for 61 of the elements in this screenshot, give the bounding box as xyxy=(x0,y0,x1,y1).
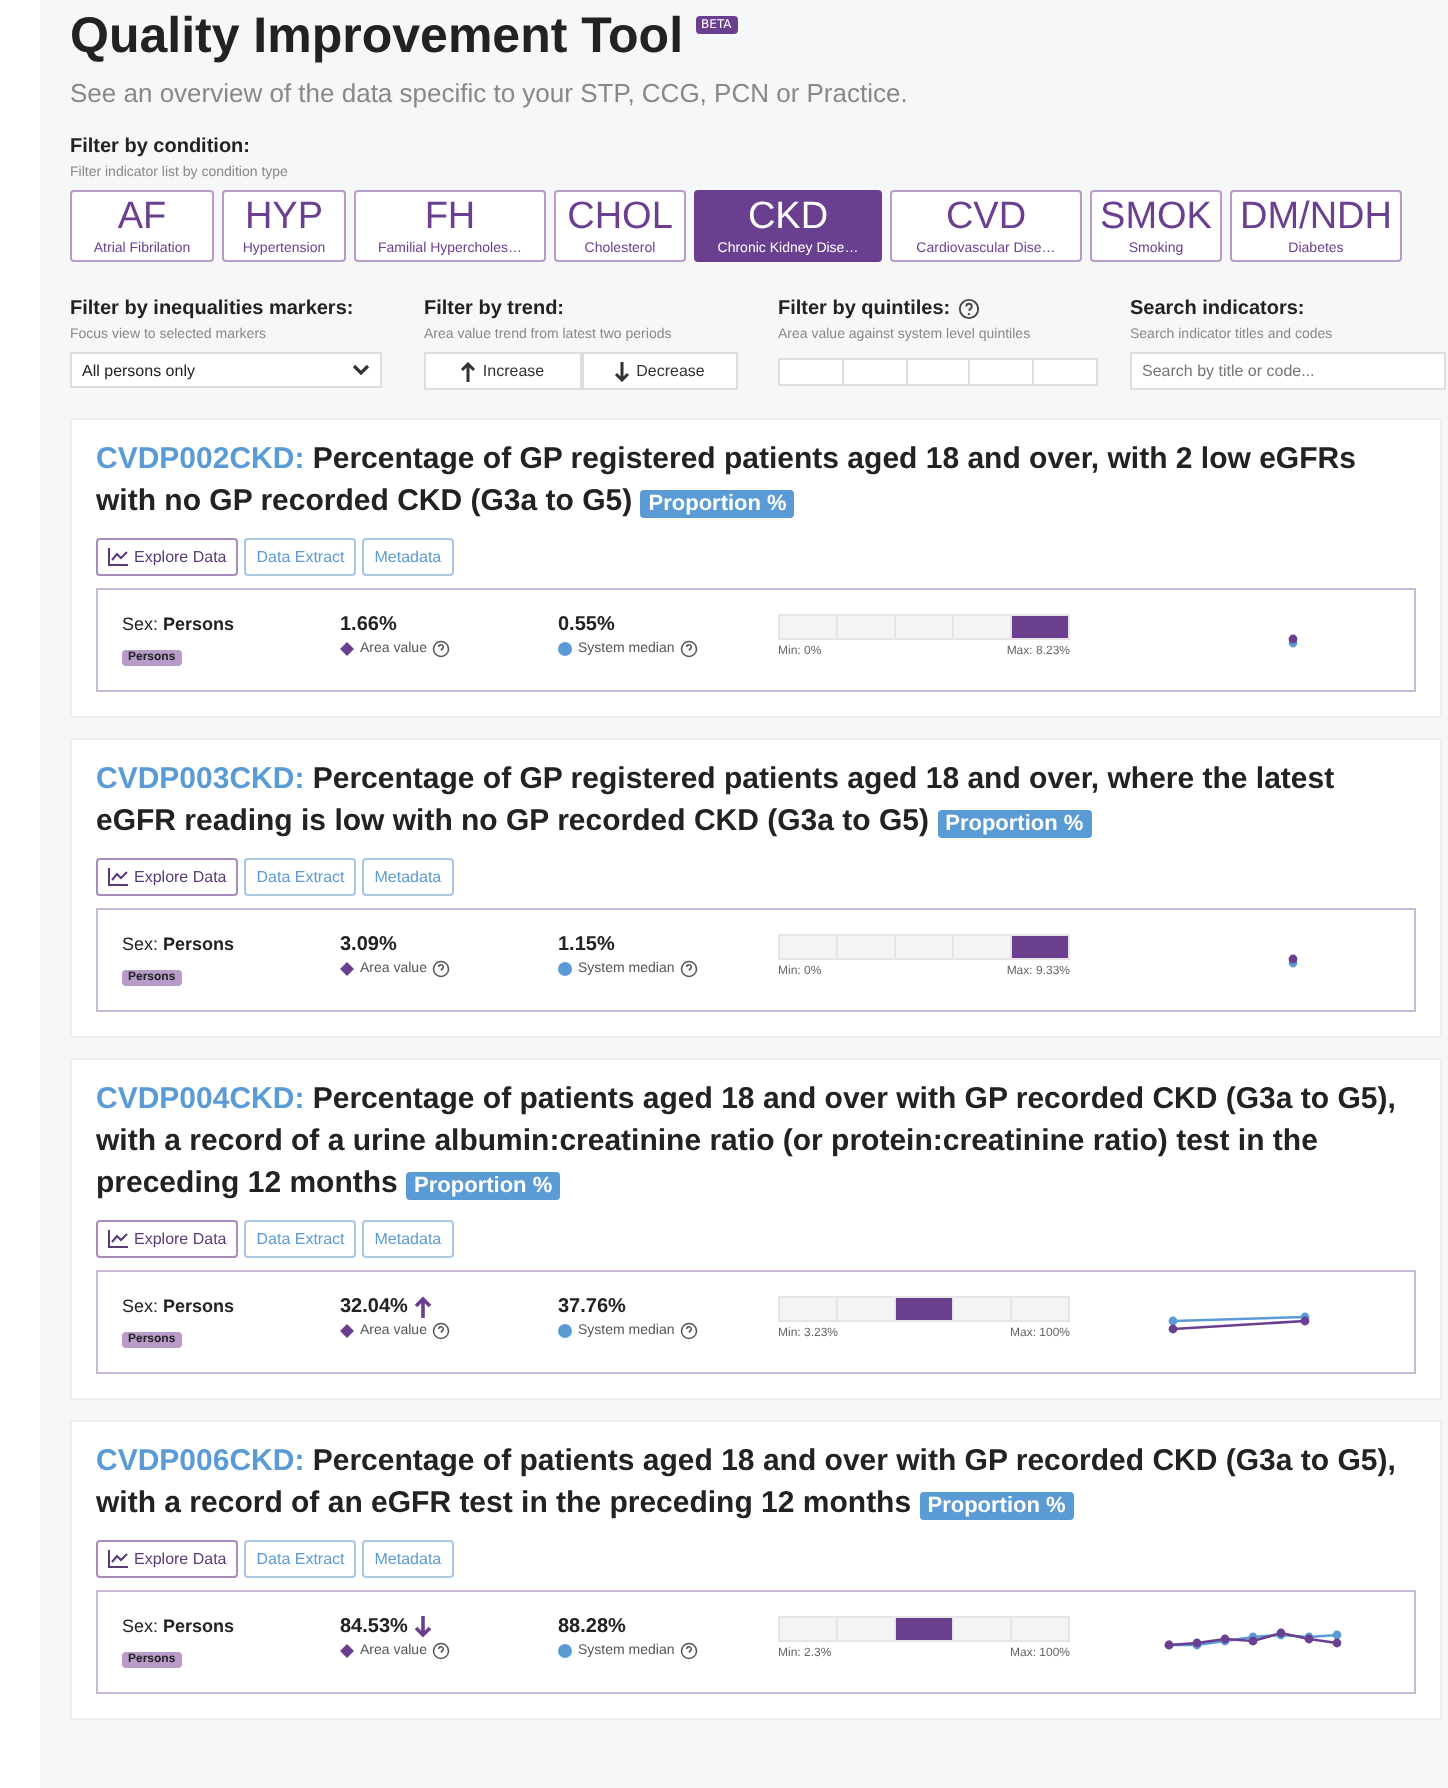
quintile-filter[interactable] xyxy=(778,358,1098,386)
help-icon xyxy=(432,960,451,978)
page-title: Quality Improvement Tool xyxy=(70,8,684,66)
arrow-down-icon xyxy=(413,1616,432,1638)
arrow-up-icon xyxy=(460,361,477,381)
help-icon xyxy=(680,960,699,978)
diamond-icon xyxy=(340,1644,354,1658)
dot-icon xyxy=(558,962,572,976)
line-chart-icon xyxy=(108,1230,128,1248)
sex-label: Sex: Persons xyxy=(122,1616,237,1636)
line-chart-icon xyxy=(108,1550,128,1568)
dot-icon xyxy=(558,642,572,656)
sparkline-drawing xyxy=(1287,633,1297,647)
help-icon xyxy=(680,640,699,658)
median-value: 37.76% xyxy=(558,1296,626,1318)
line-chart-icon xyxy=(108,868,128,886)
dot-icon xyxy=(558,1644,572,1658)
line-chart-icon xyxy=(108,548,128,566)
action-button[interactable]: Explore Data xyxy=(96,538,239,576)
filter-label: Filter by inequalities markers: xyxy=(70,298,356,320)
indicator-title: CVDP002CKD: Percentage of GP registered patients aged 18 and over, with 2 low eGFRs with no GP recorded CKD (G3a to G5) Proportion % xyxy=(96,440,1358,522)
diamond-icon xyxy=(340,962,354,976)
action-button[interactable]: Explore Data xyxy=(96,1540,239,1578)
median-value: 88.28% xyxy=(558,1616,626,1638)
filter-label: Filter by condition: xyxy=(70,136,252,158)
area-value: 3.09% xyxy=(340,934,397,956)
dot-icon xyxy=(558,1324,572,1338)
search-field[interactable]: Search by title or code... xyxy=(1130,352,1446,390)
help-icon xyxy=(432,1642,451,1660)
chevron-down-icon xyxy=(352,364,370,376)
filter-label: Search indicators: xyxy=(1130,298,1307,320)
filter-label: Filter by quintiles: xyxy=(778,298,951,320)
filter-label: Filter by trend: xyxy=(424,298,567,320)
arrow-up-icon xyxy=(413,1296,432,1318)
sex-label: Sex: Persons xyxy=(122,934,237,954)
diamond-icon xyxy=(340,642,354,656)
diamond-icon xyxy=(340,1324,354,1338)
help-icon xyxy=(680,1642,699,1660)
indicator-title: CVDP004CKD: Percentage of patients aged 18 and over with GP recorded CKD (G3a to G5), with a record of a urine albumin:creatinine ratio (or protein:creatinine ratio) test in the preceding 12 months Proportion % xyxy=(96,1080,1398,1204)
sparkline-drawing xyxy=(1167,1311,1309,1333)
area-value: 84.53% xyxy=(340,1616,408,1638)
median-value: 0.55% xyxy=(558,614,615,636)
median-value: 1.15% xyxy=(558,934,615,956)
sparkline-drawing xyxy=(1287,953,1297,967)
indicator-title: CVDP003CKD: Percentage of GP registered patients aged 18 and over, where the latest eGFR reading is low with no GP recorded CKD (G3a to G5) Proportion % xyxy=(96,760,1337,842)
indicator-title: CVDP006CKD: Percentage of patients aged 18 and over with GP recorded CKD (G3a to G5), with a record of an eGFR test in the preceding 12 months Proportion % xyxy=(96,1442,1398,1524)
arrow-down-icon xyxy=(614,361,631,381)
area-value: 1.66% xyxy=(340,614,397,636)
help-icon xyxy=(432,640,451,658)
help-icon xyxy=(680,1322,699,1340)
help-icon xyxy=(958,298,981,320)
sex-label: Sex: Persons xyxy=(122,1296,237,1316)
trend-button[interactable]: Decrease xyxy=(581,352,738,390)
area-value: 32.04% xyxy=(340,1296,408,1318)
help-icon xyxy=(432,1322,451,1340)
page-subtitle: See an overview of the data specific to your STP, CCG, PCN or Practice. xyxy=(70,78,910,108)
action-button[interactable]: Explore Data xyxy=(96,858,239,896)
sex-label: Sex: Persons xyxy=(122,614,237,634)
action-button[interactable]: Explore Data xyxy=(96,1220,239,1258)
inequalities-dropdown[interactable]: All persons only xyxy=(70,352,382,388)
trend-button[interactable]: Increase xyxy=(424,352,581,390)
